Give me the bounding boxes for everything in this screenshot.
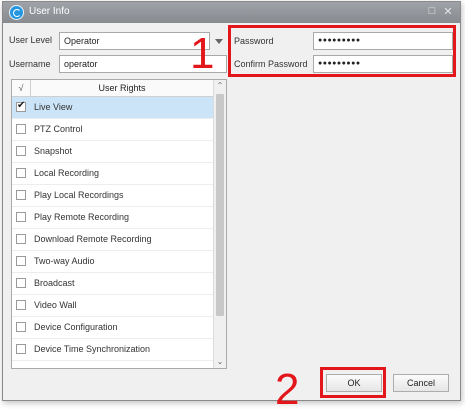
rights-row-label: Device Time Synchronization [34, 344, 151, 354]
checkbox[interactable]: ✔ [16, 300, 26, 310]
rights-row[interactable]: ✔ Video Wall [12, 295, 213, 317]
window-title: User Info [29, 6, 70, 17]
scroll-up-icon[interactable]: ⌃ [214, 80, 226, 92]
user-rights-title: User Rights [98, 83, 146, 93]
user-level-label: User Level [9, 35, 53, 45]
user-rights-header: √ User Rights [12, 80, 213, 97]
rights-row[interactable]: ✔ PTZ Control [12, 119, 213, 141]
checkbox[interactable]: ✔ [16, 322, 26, 332]
user-level-value: Operator [64, 36, 100, 46]
checkbox[interactable]: ✔ [16, 256, 26, 266]
rights-row-label: Two-way Audio [34, 256, 95, 266]
user-level-select[interactable]: Operator [59, 32, 210, 50]
rights-row[interactable]: ✔ Snapshot [12, 141, 213, 163]
rights-row[interactable]: ✔ Local Recording [12, 163, 213, 185]
checkbox[interactable]: ✔ [16, 100, 26, 112]
checkbox[interactable]: ✔ [16, 146, 26, 156]
checkbox[interactable]: ✔ [16, 212, 26, 222]
checkbox[interactable]: ✔ [16, 190, 26, 200]
cancel-button[interactable]: Cancel [393, 374, 449, 392]
close-icon[interactable]: ✕ [441, 5, 455, 18]
checkbox[interactable]: ✔ [16, 278, 26, 288]
rights-row[interactable]: ✔ Play Local Recordings [12, 185, 213, 207]
rights-row-label: Download Remote Recording [34, 234, 152, 244]
rights-row[interactable]: ✔ Live View [12, 97, 213, 119]
rights-row[interactable]: ✔ Broadcast [12, 273, 213, 295]
rights-row[interactable]: ✔ Two-way Audio [12, 251, 213, 273]
checkbox[interactable]: ✔ [16, 344, 26, 354]
rights-row-label: Snapshot [34, 146, 73, 156]
check-icon: ✔ [17, 100, 26, 111]
rights-row[interactable]: ✔ Device Time Synchronization [12, 339, 213, 361]
rights-row-label: Device Configuration [34, 322, 118, 332]
chevron-down-icon[interactable] [215, 39, 223, 44]
rights-row-label: Live View [34, 102, 73, 112]
username-label: Username [9, 59, 51, 69]
rights-row-label: Video Wall [34, 300, 77, 310]
checkbox[interactable]: ✔ [16, 168, 26, 178]
select-all-column[interactable]: √ [12, 80, 31, 96]
annotation-box-2 [320, 367, 386, 398]
rights-row-label: PTZ Control [34, 124, 83, 134]
vertical-scrollbar[interactable]: ⌃ ⌄ [213, 80, 226, 368]
annotation-number-1: 1 [190, 29, 215, 78]
rights-row-label: Local Recording [34, 168, 100, 178]
annotation-box-1 [228, 25, 456, 77]
rights-row-label: Broadcast [34, 278, 75, 288]
rights-row[interactable]: ✔ Device Configuration [12, 317, 213, 339]
rights-row-label: Play Remote Recording [34, 212, 130, 222]
user-rights-rows: ✔ Live View ✔ PTZ Control ✔ Snapshot ✔ Local Re… [12, 97, 213, 361]
scroll-thumb[interactable] [216, 94, 224, 316]
annotation-number-2: 2 [275, 365, 300, 414]
user-rights-list: √ User Rights ✔ Live View ✔ PTZ Control ✔ Sna… [11, 79, 227, 369]
checkbox[interactable]: ✔ [16, 234, 26, 244]
username-value: operator [64, 59, 98, 69]
title-bar[interactable]: User Info □ ✕ [3, 2, 460, 23]
app-logo-icon [9, 5, 24, 20]
rights-row[interactable]: ✔ Play Remote Recording [12, 207, 213, 229]
maximize-icon[interactable]: □ [425, 5, 439, 17]
scroll-down-icon[interactable]: ⌄ [214, 356, 226, 368]
rights-row[interactable]: ✔ Download Remote Recording [12, 229, 213, 251]
checkbox[interactable]: ✔ [16, 124, 26, 134]
rights-row-label: Play Local Recordings [34, 190, 124, 200]
